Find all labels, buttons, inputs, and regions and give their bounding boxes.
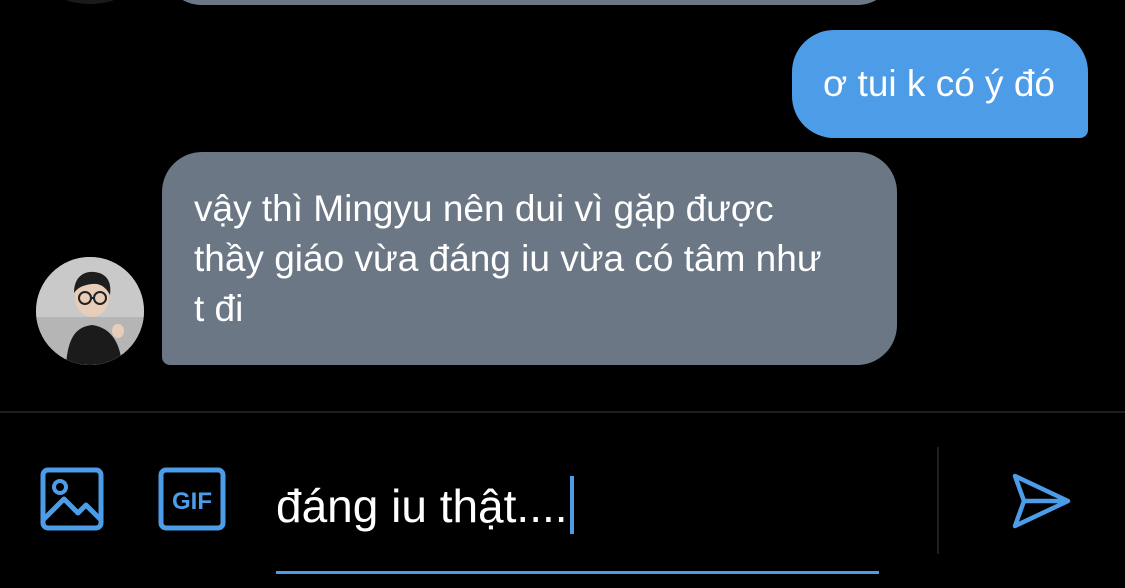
image-icon[interactable] [40,467,104,531]
message-input[interactable]: đáng iu thật.... [276,460,879,540]
previous-avatar [40,0,140,4]
outgoing-message-bubble[interactable]: ơ tui k có ý đó [792,30,1088,138]
input-underline [276,571,879,574]
avatar[interactable] [36,257,144,365]
send-divider [937,447,939,554]
incoming-message-bubble[interactable]: vậy thì Mingyu nên dui vì gặp được thầy … [162,152,897,365]
message-input-value: đáng iu thật.... [276,480,568,532]
send-icon[interactable] [1010,470,1072,532]
text-caret [569,476,574,534]
gif-label: GIF [172,488,212,515]
incoming-message-text: vậy thì Mingyu nên dui vì gặp được thầy … [194,188,822,329]
outgoing-message-text: ơ tui k có ý đó [823,63,1055,104]
message-thread: ơ tui k có ý đó vậy thì Mingyu nên dui v… [0,0,1125,412]
gif-icon[interactable]: GIF [158,467,226,531]
avatar-photo [36,257,144,365]
previous-message-bubble[interactable] [162,0,897,5]
